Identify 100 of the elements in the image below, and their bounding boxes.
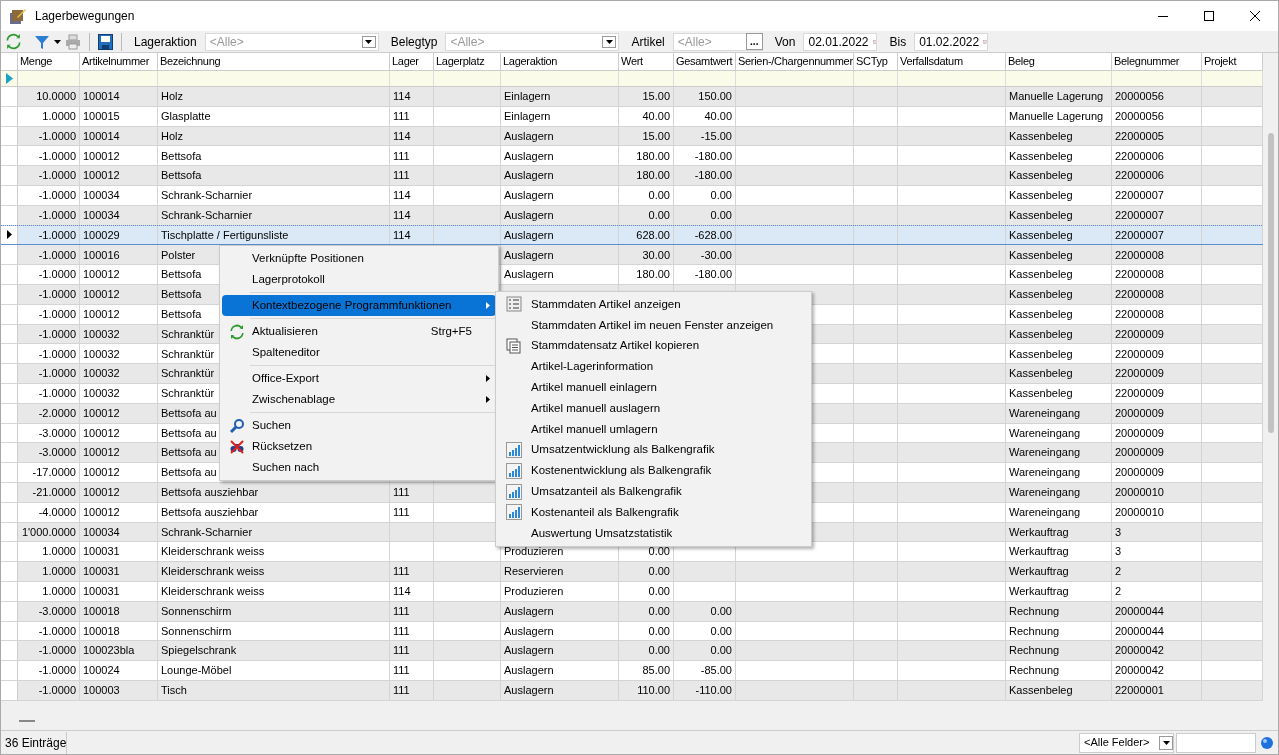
table-cell-text: 20000042 bbox=[1115, 663, 1164, 679]
table-cell-text: Bettsofa au bbox=[161, 425, 217, 441]
table-cell-text: 100015 bbox=[83, 108, 120, 124]
table-cell-text: Rechnung bbox=[1009, 643, 1060, 659]
table-cell-text: 0.00 bbox=[648, 584, 670, 600]
table-cell-text: -3.0000 bbox=[38, 425, 76, 441]
table-cell-text: 20000009 bbox=[1115, 445, 1164, 461]
table-cell-text: 22000005 bbox=[1115, 128, 1164, 144]
table-cell-text: 100034 bbox=[83, 207, 120, 223]
table-cell-text: 100034 bbox=[83, 188, 120, 204]
table-cell-text: Sonnenschirm bbox=[161, 623, 232, 639]
table-cell-text: Auslagern bbox=[504, 227, 554, 243]
table-cell-text: Werkauftrag bbox=[1009, 524, 1069, 540]
table-cell-text: 22000008 bbox=[1115, 287, 1164, 303]
table-cell-text: 0.00 bbox=[710, 623, 732, 639]
table-cell-text: 100031 bbox=[83, 564, 120, 580]
table-cell-text: -3.0000 bbox=[38, 603, 76, 619]
table-cell-text: 1.0000 bbox=[42, 584, 76, 600]
table-cell-text: Lounge-Möbel bbox=[161, 663, 232, 679]
table-cell-text: Schranktür bbox=[161, 326, 215, 342]
table-cell-text: 100023bla bbox=[83, 643, 135, 659]
table-cell-text: 111 bbox=[393, 504, 410, 520]
table-cell-text: 3 bbox=[1115, 544, 1122, 560]
table-cell-text: 111 bbox=[393, 623, 410, 639]
table-cell-text: 114 bbox=[393, 188, 411, 204]
table-cell-text: Auslagern bbox=[504, 643, 554, 659]
table-cell-text: Werkauftrag bbox=[1009, 584, 1069, 600]
table-cell-text: 180.00 bbox=[636, 168, 670, 184]
table-cell-text: 0.00 bbox=[648, 603, 670, 619]
table-cell-text: Kleiderschrank weiss bbox=[161, 564, 265, 580]
table-cell-text: 111 bbox=[393, 603, 410, 619]
table-cell-text: 22000009 bbox=[1115, 346, 1164, 362]
window-title: Lagerbewegungen bbox=[35, 8, 135, 25]
table-cell-text: 111 bbox=[393, 108, 410, 124]
table-cell-text: 100012 bbox=[83, 267, 120, 283]
table-cell-text: 1.0000 bbox=[42, 564, 76, 580]
table-cell-text: -1.0000 bbox=[38, 683, 76, 699]
table-cell-text: 0.00 bbox=[648, 643, 670, 659]
table-cell-text: 100032 bbox=[83, 386, 120, 402]
table-cell-text: Kassenbeleg bbox=[1009, 227, 1073, 243]
table-cell-text: Tischplatte / Fertigunsliste bbox=[161, 227, 289, 243]
table-cell-text: Kassenbeleg bbox=[1009, 168, 1073, 184]
table-cell-text: Rechnung bbox=[1009, 603, 1060, 619]
table-cell-text: 100012 bbox=[83, 485, 120, 501]
table-cell-text: -180.00 bbox=[694, 148, 732, 164]
table-cell-text: 0.00 bbox=[710, 188, 732, 204]
table-cell-text: Manuelle Lagerung bbox=[1009, 108, 1104, 124]
table-cell-text: 20000009 bbox=[1115, 425, 1164, 441]
table-cell-text: 111 bbox=[393, 168, 410, 184]
table-cell-text: Wareneingang bbox=[1009, 485, 1081, 501]
table-cell-text: 100012 bbox=[83, 504, 120, 520]
table-cell-text: Bettsofa bbox=[161, 306, 202, 322]
table-cell-text: 111 bbox=[393, 663, 410, 679]
table-cell-text: 20000042 bbox=[1115, 643, 1164, 659]
table-cell-text: Sonnenschirm bbox=[161, 603, 232, 619]
table-cell-text: 100032 bbox=[83, 366, 120, 382]
table-cell-text: Kassenbeleg bbox=[1009, 306, 1073, 322]
table-cell-text: Kassenbeleg bbox=[1009, 188, 1073, 204]
table-cell-text: Auslagern bbox=[504, 683, 554, 699]
table-cell-text: 15.00 bbox=[642, 128, 670, 144]
table-cell-text: Auslagern bbox=[504, 188, 554, 204]
table-cell-text: -30.00 bbox=[700, 247, 732, 263]
table-cell-text: 100012 bbox=[83, 445, 120, 461]
table-cell-text: 110.00 bbox=[637, 683, 670, 699]
table-cell-text: -180.00 bbox=[694, 168, 732, 184]
table-cell-text: 40.00 bbox=[704, 108, 732, 124]
table-cell-text: 20000009 bbox=[1115, 405, 1164, 421]
table-cell-text: Auslagern bbox=[504, 148, 554, 164]
table-cell-text: Wareneingang bbox=[1009, 465, 1081, 481]
table-cell-text: 100012 bbox=[83, 287, 120, 303]
table-cell-text: 111 bbox=[393, 643, 410, 659]
table-cell-text: 0.00 bbox=[648, 188, 670, 204]
table-cell-text: 114 bbox=[393, 128, 411, 144]
table-cell-text: 100032 bbox=[83, 346, 120, 362]
table-cell-text: -1.0000 bbox=[38, 287, 76, 303]
table-cell-text: 100018 bbox=[83, 623, 120, 639]
filter-label: Bis bbox=[889, 33, 907, 51]
table-cell-text: -1.0000 bbox=[38, 366, 76, 382]
table-cell-text: Kassenbeleg bbox=[1009, 287, 1073, 303]
table-cell-text: 100012 bbox=[83, 148, 120, 164]
table-cell-text: 100029 bbox=[83, 227, 120, 243]
table-cell-text: Auslagern bbox=[504, 207, 554, 223]
table-cell-text: -1.0000 bbox=[38, 207, 76, 223]
table-cell-text: 100014 bbox=[83, 128, 120, 144]
table-cell-text: Kassenbeleg bbox=[1009, 267, 1073, 283]
table-cell-text: Wareneingang bbox=[1009, 405, 1081, 421]
table-cell-text: -2.0000 bbox=[38, 405, 76, 421]
table-cell-text: -1.0000 bbox=[38, 643, 76, 659]
table-cell-text: Kassenbeleg bbox=[1009, 346, 1073, 362]
table-cell-text: 100016 bbox=[83, 247, 120, 263]
table-cell-text: -21.0000 bbox=[32, 485, 76, 501]
table-cell-text: Reservieren bbox=[504, 564, 564, 580]
table-cell-text: 20000010 bbox=[1115, 485, 1164, 501]
table-cell-text: 0.00 bbox=[648, 544, 670, 560]
table-cell-text: Kassenbeleg bbox=[1009, 366, 1073, 382]
table-cell-text: -1.0000 bbox=[38, 188, 76, 204]
table-cell-text: 100003 bbox=[83, 683, 120, 699]
table-cell-text: 0.00 bbox=[710, 603, 732, 619]
table-cell-text: 100012 bbox=[83, 425, 120, 441]
table-cell-text: 20000044 bbox=[1115, 603, 1164, 619]
